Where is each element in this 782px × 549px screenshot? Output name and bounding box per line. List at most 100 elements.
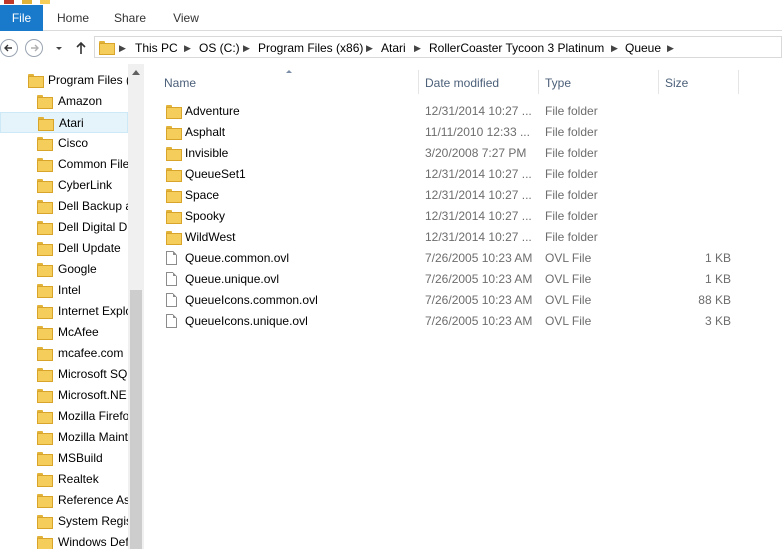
breadcrumb-atari[interactable]: Atari <box>381 40 406 56</box>
nav-item-label: Dell Backup a <box>58 199 128 213</box>
folder-icon <box>37 326 53 340</box>
file-date: 7/26/2005 10:23 AM <box>425 314 533 328</box>
breadcrumb-separator-icon[interactable]: ▶ <box>667 40 674 56</box>
nav-item-label: Atari <box>59 116 84 130</box>
list-item[interactable]: WildWest 12/31/2014 10:27 ... File folde… <box>162 227 762 248</box>
folder-icon <box>166 210 182 224</box>
folder-icon <box>37 221 53 235</box>
list-item[interactable]: Space 12/31/2014 10:27 ... File folder <box>162 185 762 206</box>
list-item[interactable]: QueueSet1 12/31/2014 10:27 ... File fold… <box>162 164 762 185</box>
file-name: QueueIcons.unique.ovl <box>185 314 308 328</box>
nav-item-atari[interactable]: Atari <box>0 112 128 133</box>
nav-item-internet-explorer[interactable]: Internet Explo <box>0 301 128 322</box>
nav-item-microsoft-net[interactable]: Microsoft.NE <box>0 385 128 406</box>
column-divider[interactable] <box>418 70 419 94</box>
tab-view[interactable]: View <box>160 5 212 31</box>
nav-scrollbar[interactable] <box>128 64 144 549</box>
nav-item-label: Microsoft SQ <box>58 367 128 381</box>
breadcrumb-separator-icon[interactable]: ▶ <box>414 40 421 56</box>
nav-item-common-files[interactable]: Common File <box>0 154 128 175</box>
folder-icon <box>37 158 53 172</box>
back-button[interactable] <box>0 39 18 57</box>
nav-item-label: Mozilla Maint <box>58 430 128 444</box>
breadcrumb-separator-icon[interactable]: ▶ <box>366 40 373 56</box>
folder-icon <box>99 41 115 55</box>
nav-item-amazon[interactable]: Amazon <box>0 91 128 112</box>
nav-item-cyberlink[interactable]: CyberLink <box>0 175 128 196</box>
column-header-date[interactable]: Date modified <box>425 70 499 96</box>
breadcrumb-separator-icon[interactable]: ▶ <box>243 40 250 56</box>
nav-item-realtek[interactable]: Realtek <box>0 469 128 490</box>
navigation-pane: Program Files ( Amazon Atari Cisco Commo… <box>0 64 144 549</box>
quick-access-icon[interactable] <box>22 0 32 4</box>
breadcrumb-this-pc[interactable]: This PC <box>135 40 178 56</box>
nav-item-label: mcafee.com <box>58 346 124 360</box>
file-size: 1 KB <box>704 251 731 265</box>
file-name: Spooky <box>185 209 226 223</box>
file-size: 1 KB <box>704 272 731 286</box>
nav-item-mozilla-firefox[interactable]: Mozilla Firefo <box>0 406 128 427</box>
nav-item-system-registry[interactable]: System Regis <box>0 511 128 532</box>
tab-file[interactable]: File <box>0 5 43 31</box>
breadcrumb-separator-icon[interactable]: ▶ <box>119 40 126 56</box>
list-item[interactable]: Spooky 12/31/2014 10:27 ... File folder <box>162 206 762 227</box>
nav-item-dell-digital[interactable]: Dell Digital D <box>0 217 128 238</box>
address-box[interactable]: ▶ This PC ▶ OS (C:) ▶ Program Files (x86… <box>94 36 782 58</box>
column-header-size[interactable]: Size <box>665 70 688 96</box>
list-item[interactable]: QueueIcons.unique.ovl 7/26/2005 10:23 AM… <box>162 311 762 332</box>
column-divider[interactable] <box>538 70 539 94</box>
breadcrumb-queue[interactable]: Queue <box>625 40 661 56</box>
tab-home[interactable]: Home <box>47 5 99 31</box>
breadcrumb-separator-icon[interactable]: ▶ <box>611 40 618 56</box>
new-folder-icon[interactable] <box>40 0 50 4</box>
nav-item-mozilla-maintenance[interactable]: Mozilla Maint <box>0 427 128 448</box>
column-divider[interactable] <box>658 70 659 94</box>
file-type: OVL File <box>545 293 592 307</box>
nav-item-dell-backup[interactable]: Dell Backup a <box>0 196 128 217</box>
folder-icon <box>37 179 53 193</box>
list-item[interactable]: Asphalt 11/11/2010 12:33 ... File folder <box>162 122 762 143</box>
nav-item-reference-assemblies[interactable]: Reference As <box>0 490 128 511</box>
nav-item-label: Program Files ( <box>48 73 128 87</box>
breadcrumb-os-c[interactable]: OS (C:) <box>199 40 240 56</box>
nav-item-msbuild[interactable]: MSBuild <box>0 448 128 469</box>
file-name: QueueSet1 <box>185 167 246 181</box>
column-header-name[interactable]: Name <box>164 70 196 96</box>
scroll-up-icon[interactable] <box>132 70 140 75</box>
forward-button[interactable] <box>25 39 43 57</box>
file-name: Asphalt <box>185 125 226 139</box>
up-button[interactable] <box>72 38 92 58</box>
file-date: 11/11/2010 12:33 ... <box>425 125 530 139</box>
breadcrumb-separator-icon[interactable]: ▶ <box>184 40 191 56</box>
tab-share[interactable]: Share <box>104 5 156 31</box>
recent-locations-button[interactable] <box>52 38 72 58</box>
list-item[interactable]: Queue.common.ovl 7/26/2005 10:23 AM OVL … <box>162 248 762 269</box>
nav-item-mcafee[interactable]: McAfee <box>0 322 128 343</box>
list-item[interactable]: Queue.unique.ovl 7/26/2005 10:23 AM OVL … <box>162 269 762 290</box>
nav-item-windows-defender[interactable]: Windows Def <box>0 532 128 549</box>
list-item[interactable]: QueueIcons.common.ovl 7/26/2005 10:23 AM… <box>162 290 762 311</box>
breadcrumb-rollercoaster-tycoon[interactable]: RollerCoaster Tycoon 3 Platinum <box>429 40 604 56</box>
nav-item-cisco[interactable]: Cisco <box>0 133 128 154</box>
file-type: File folder <box>545 167 598 181</box>
file-date: 12/31/2014 10:27 ... <box>425 230 532 244</box>
nav-item-google[interactable]: Google <box>0 259 128 280</box>
nav-item-microsoft-sql[interactable]: Microsoft SQ <box>0 364 128 385</box>
folder-icon <box>37 473 53 487</box>
list-item[interactable]: Adventure 12/31/2014 10:27 ... File fold… <box>162 101 762 122</box>
file-name: Invisible <box>185 146 229 160</box>
folder-icon <box>166 168 182 182</box>
nav-item-intel[interactable]: Intel <box>0 280 128 301</box>
column-header-type[interactable]: Type <box>545 70 571 96</box>
nav-item-label: MSBuild <box>58 451 103 465</box>
folder-icon <box>37 431 53 445</box>
nav-item-mcafee-com[interactable]: mcafee.com <box>0 343 128 364</box>
file-name: Queue.common.ovl <box>185 251 290 265</box>
list-item[interactable]: Invisible 3/20/2008 7:27 PM File folder <box>162 143 762 164</box>
breadcrumb-program-files-x86[interactable]: Program Files (x86) <box>258 40 363 56</box>
up-arrow-icon <box>76 41 86 54</box>
nav-item-root[interactable]: Program Files ( <box>0 70 128 91</box>
scrollbar-thumb[interactable] <box>130 290 142 549</box>
nav-item-dell-update[interactable]: Dell Update <box>0 238 128 259</box>
column-divider[interactable] <box>738 70 739 94</box>
